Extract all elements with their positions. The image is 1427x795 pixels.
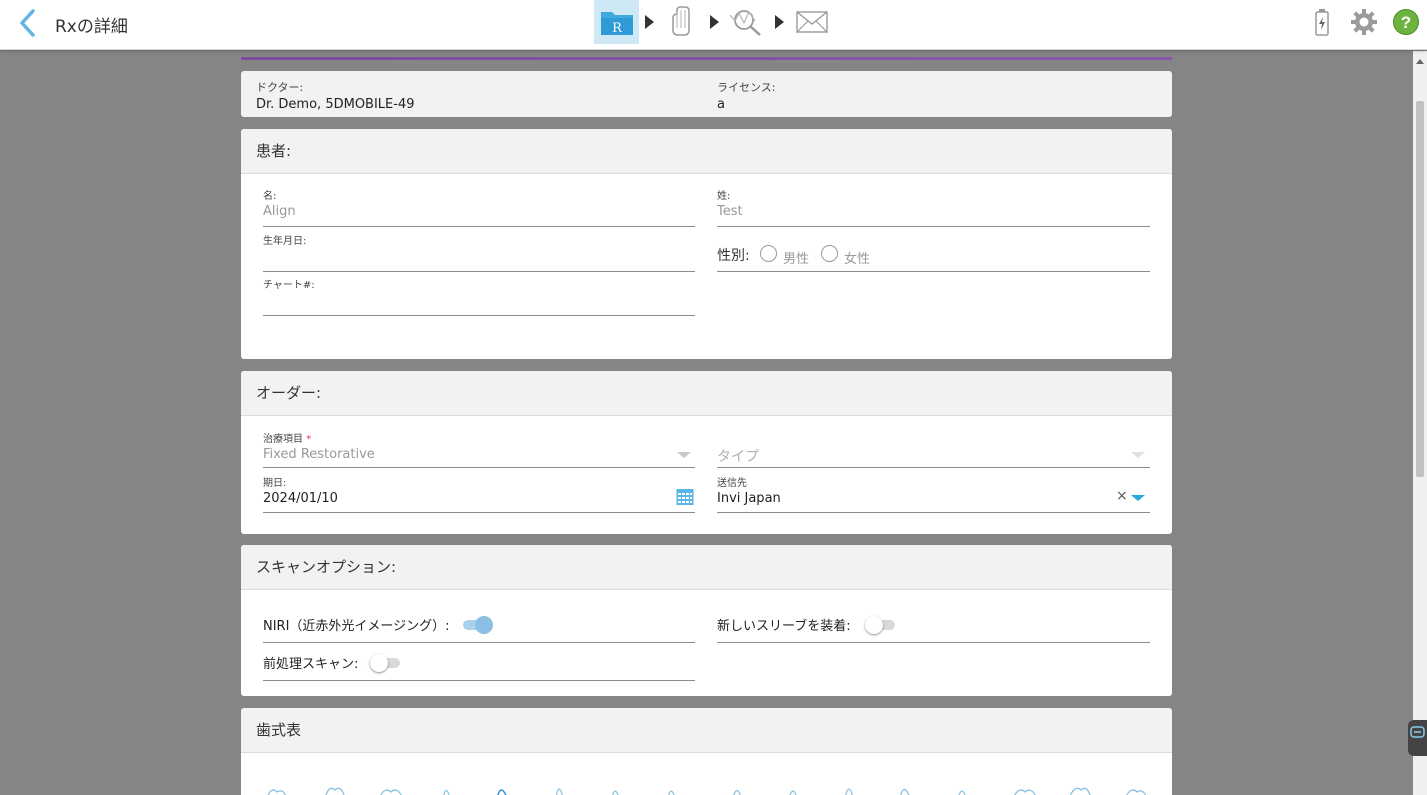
first-name-value: Align	[263, 204, 296, 219]
top-right-icons: ?	[1301, 0, 1427, 44]
last-name-value: Test	[717, 204, 743, 219]
camera-toggle-icon	[1410, 726, 1425, 738]
ship-to-dropdown[interactable]: 送信先 Invi Japan ×	[717, 474, 1150, 513]
female-radio[interactable]	[821, 245, 838, 262]
due-date-field[interactable]: 期日: 2024/01/10	[263, 474, 695, 513]
top-bar: Rxの詳細 R ?	[0, 0, 1427, 50]
male-label[interactable]: 男性	[783, 248, 809, 267]
sleeve-label: 新しいスリーブを装着:	[717, 619, 851, 634]
doctor-info: ドクター: Dr. Demo, 5DMOBILE-49	[256, 79, 415, 112]
sleeve-option: 新しいスリーブを装着:	[717, 605, 1150, 643]
tooth-chart-header: 歯式表	[241, 708, 1172, 753]
niri-label: NIRI（近赤外光イメージング）:	[263, 619, 450, 634]
dob-field[interactable]: 生年月日:	[263, 232, 695, 272]
tooth-chart-card: 歯式表	[241, 708, 1172, 795]
workflow-steps: R	[594, 0, 834, 44]
step-arrow-icon	[639, 15, 659, 29]
ship-to-value: Invi Japan	[717, 491, 781, 506]
clear-icon[interactable]: ×	[1116, 488, 1128, 504]
first-name-label: 名:	[263, 191, 277, 202]
required-mark: *	[306, 434, 312, 445]
battery-icon[interactable]	[1301, 0, 1343, 44]
scan-options-card: スキャンオプション: NIRI（近赤外光イメージング）: 新しいスリーブを装着:…	[241, 545, 1172, 696]
scrollbar-thumb[interactable]	[1416, 101, 1424, 477]
gender-label: 性別:	[717, 248, 750, 264]
review-step-button[interactable]	[724, 0, 769, 44]
niri-toggle[interactable]	[463, 616, 493, 634]
dob-label: 生年月日:	[263, 236, 307, 247]
doctor-label: ドクター:	[256, 81, 304, 94]
scan-options-header: スキャンオプション:	[241, 545, 1172, 590]
treatment-label-text: 治療項目	[263, 434, 303, 445]
step-arrow-icon	[704, 15, 724, 29]
preprocess-toggle[interactable]	[370, 654, 400, 672]
calendar-icon[interactable]	[676, 488, 694, 506]
settings-gear-icon[interactable]	[1343, 0, 1385, 44]
treatment-chevron-down-icon[interactable]	[677, 452, 691, 458]
type-chevron-down-icon[interactable]	[1131, 452, 1145, 458]
magnifier-review-icon	[729, 10, 761, 36]
treatment-dropdown[interactable]: 治療項目 * Fixed Restorative	[263, 430, 695, 468]
treatment-label: 治療項目 *	[263, 430, 311, 445]
due-date-label: 期日:	[263, 478, 287, 489]
svg-text:?: ?	[1401, 13, 1411, 32]
license-value: a	[717, 97, 725, 112]
sleeve-toggle[interactable]	[865, 616, 895, 634]
rx-folder-icon: R	[600, 12, 633, 36]
tooth-chart-teeth[interactable]	[257, 780, 1157, 795]
ship-to-label: 送信先	[717, 478, 747, 489]
progress-divider	[241, 57, 1172, 60]
preprocess-label: 前処理スキャン:	[263, 657, 359, 672]
chart-number-label: チャート#:	[263, 280, 315, 291]
page-scrollbar[interactable]	[1413, 51, 1427, 795]
step-arrow-icon	[769, 15, 789, 29]
license-label: ライセンス:	[717, 81, 776, 94]
first-name-field[interactable]: 名: Align	[263, 187, 695, 227]
svg-text:R: R	[612, 21, 623, 36]
female-label[interactable]: 女性	[844, 248, 870, 267]
last-name-field[interactable]: 姓: Test	[717, 187, 1150, 227]
doctor-value: Dr. Demo, 5DMOBILE-49	[256, 97, 415, 112]
scroll-up-icon[interactable]	[1416, 59, 1424, 64]
back-arrow-icon[interactable]	[14, 9, 42, 37]
male-radio[interactable]	[760, 245, 777, 262]
doctor-info-card: ドクター: Dr. Demo, 5DMOBILE-49 ライセンス: a	[241, 71, 1172, 117]
help-icon[interactable]: ?	[1385, 0, 1427, 44]
license-info: ライセンス: a	[717, 79, 776, 112]
scanner-wand-icon	[671, 6, 690, 36]
due-date-value: 2024/01/10	[263, 491, 338, 506]
type-placeholder: タイプ	[717, 449, 759, 465]
order-card: オーダー: 治療項目 * Fixed Restorative タイプ 期日: 2…	[241, 371, 1172, 534]
treatment-value: Fixed Restorative	[263, 447, 375, 462]
niri-option: NIRI（近赤外光イメージング）:	[263, 605, 695, 643]
patient-header: 患者:	[241, 129, 1172, 174]
side-panel-tab[interactable]	[1408, 720, 1427, 756]
send-step-button[interactable]	[789, 0, 834, 44]
ship-to-chevron-down-icon[interactable]	[1131, 495, 1145, 501]
gender-field: 性別: 男性 女性	[717, 232, 1150, 272]
patient-card: 患者: 名: Align 姓: Test 生年月日: 性別: 男性 女性 チャー…	[241, 129, 1172, 359]
last-name-label: 姓:	[717, 191, 731, 202]
rx-step-button[interactable]: R	[594, 0, 639, 44]
page-title: Rxの詳細	[55, 17, 128, 37]
order-header: オーダー:	[241, 371, 1172, 416]
chart-number-field[interactable]: チャート#:	[263, 276, 695, 316]
scan-step-button[interactable]	[659, 0, 704, 44]
preprocess-option: 前処理スキャン:	[263, 643, 695, 681]
envelope-icon	[795, 11, 828, 33]
type-dropdown[interactable]: タイプ	[717, 430, 1150, 468]
